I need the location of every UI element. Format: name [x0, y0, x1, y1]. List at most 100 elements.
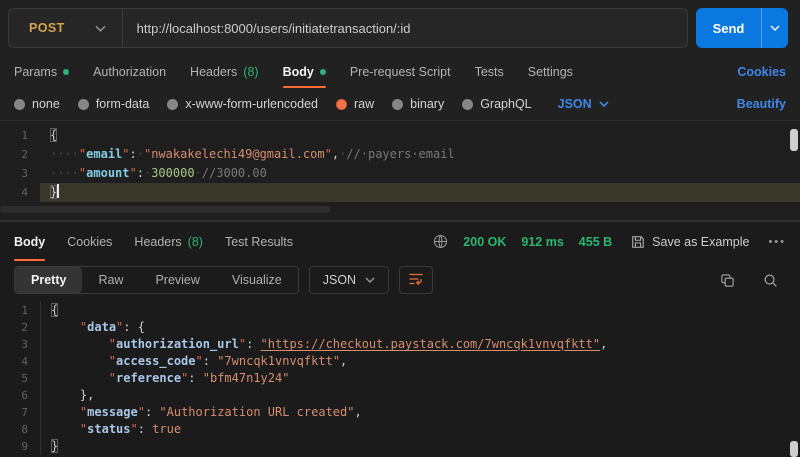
response-vertical-scrollbar[interactable]	[790, 441, 798, 457]
code-line[interactable]: 2 ····"email":·"nwakakelechi49@gmail.com"…	[0, 145, 800, 164]
request-tab-authorization[interactable]: Authorization	[93, 56, 166, 88]
code-line[interactable]: 3 "authorization_url": "https://checkout…	[0, 336, 800, 353]
code-token: ····	[50, 147, 79, 161]
code-line[interactable]: 4 "access_code": "7wncqk1vnvqfktt",	[0, 353, 800, 370]
radio-label: raw	[354, 97, 375, 111]
chevron-down-icon	[599, 101, 609, 107]
response-language-selector[interactable]: JSON	[308, 266, 390, 294]
line-number: 7	[21, 406, 28, 419]
request-tab-body[interactable]: Body	[282, 56, 327, 88]
search-icon[interactable]	[763, 273, 778, 288]
wrap-lines-button[interactable]	[399, 266, 434, 294]
response-time-badge[interactable]: 912 ms	[521, 235, 563, 249]
view-visualize[interactable]: Visualize	[216, 267, 298, 293]
response-tab-test-results[interactable]: Test Results	[225, 222, 293, 261]
line-number: 9	[21, 440, 28, 453]
response-toolbar: Pretty Raw Preview Visualize JSON	[0, 261, 800, 299]
code-token: "7wncqk1vnvqfktt"	[217, 354, 341, 368]
line-number: 8	[21, 423, 28, 436]
body-type-graphql[interactable]: GraphQL	[462, 97, 532, 111]
view-raw[interactable]: Raw	[82, 267, 139, 293]
code-line[interactable]: 1{	[0, 302, 800, 319]
request-tab-pre-request-script[interactable]: Pre-request Script	[350, 56, 451, 88]
tab-label: Authorization	[93, 65, 167, 79]
cookies-link[interactable]: Cookies	[737, 65, 786, 79]
more-options-icon[interactable]: •••	[768, 236, 786, 248]
tab-label: Body	[282, 65, 314, 79]
send-button[interactable]: Send	[696, 8, 788, 48]
code-token: ,	[354, 405, 362, 419]
editor-vertical-scrollbar[interactable]	[790, 129, 798, 151]
send-options-chevron-icon[interactable]	[761, 8, 788, 48]
code-line[interactable]: 9}	[0, 438, 800, 455]
wrap-text-icon	[408, 272, 424, 289]
code-text: "data": {	[40, 319, 800, 336]
response-body-viewer[interactable]: 1{2 "data": {3 "authorization_url": "htt…	[0, 299, 800, 457]
editor-horizontal-scrollbar[interactable]	[0, 202, 800, 221]
send-button-label: Send	[712, 20, 745, 36]
view-pretty[interactable]: Pretty	[15, 267, 83, 293]
code-token: }	[50, 185, 58, 199]
code-token: data	[87, 320, 117, 334]
line-number: 5	[21, 372, 28, 385]
code-line[interactable]: 2 "data": {	[0, 319, 800, 336]
tab-count: (8)	[187, 234, 203, 249]
code-token: :	[136, 166, 144, 180]
request-tab-tests[interactable]: Tests	[475, 56, 504, 88]
code-line[interactable]: 4}	[0, 183, 800, 202]
radio-icon	[392, 98, 404, 110]
radio-icon	[77, 98, 89, 110]
line-number: 3	[21, 167, 28, 180]
scrollbar-thumb[interactable]	[0, 206, 330, 213]
request-body-editor[interactable]: 1{2 ····"email":·"nwakakelechi49@gmail.co…	[0, 120, 800, 202]
response-tab-headers[interactable]: Headers (8)	[134, 222, 203, 261]
code-token: },	[79, 388, 95, 402]
body-type-binary[interactable]: binary	[392, 97, 444, 111]
copy-icon[interactable]	[720, 273, 735, 288]
code-token: :	[202, 354, 218, 368]
body-type-form-data[interactable]: form-data	[77, 97, 149, 111]
text-cursor	[57, 184, 60, 198]
code-line[interactable]: 8 "status": true	[0, 421, 800, 438]
status-code-badge[interactable]: 200 OK	[463, 235, 506, 249]
language-selector[interactable]: JSON	[558, 97, 609, 111]
request-tab-params[interactable]: Params	[14, 56, 70, 88]
body-type-none[interactable]: none	[14, 97, 60, 111]
response-tab-cookies[interactable]: Cookies	[67, 222, 112, 261]
code-line[interactable]: 6 },	[0, 387, 800, 404]
code-token: access_code	[116, 354, 196, 368]
body-type-raw[interactable]: raw	[336, 97, 374, 111]
tab-label: Body	[14, 234, 46, 249]
save-icon	[631, 235, 645, 249]
language-label: JSON	[557, 97, 592, 111]
response-size-badge[interactable]: 455 B	[579, 235, 612, 249]
url-input[interactable]	[122, 9, 687, 47]
code-line[interactable]: 7 "message": "Authorization URL created"…	[0, 404, 800, 421]
code-token: :	[246, 337, 261, 351]
code-token: "https://checkout.paystack.com/7wncqk1vn…	[260, 337, 601, 351]
response-language-label: JSON	[322, 273, 357, 287]
chevron-down-icon	[365, 277, 375, 283]
tab-label: Pre-request Script	[349, 65, 451, 79]
code-line[interactable]: 5 "reference": "bfm47n1y24"	[0, 370, 800, 387]
code-line[interactable]: 1{	[0, 126, 800, 145]
code-token: :	[129, 147, 137, 161]
save-as-example-button[interactable]: Save as Example	[631, 235, 749, 249]
body-type-x-www-form-urlencoded[interactable]: x-www-form-urlencoded	[167, 97, 318, 111]
code-token: "	[324, 147, 332, 161]
code-token: email	[86, 147, 123, 161]
response-view-switcher: Pretty Raw Preview Visualize	[14, 266, 299, 294]
view-preview[interactable]: Preview	[139, 267, 215, 293]
code-token: : {	[123, 320, 145, 334]
method-selector[interactable]: POST	[9, 9, 122, 47]
beautify-link[interactable]: Beautify	[737, 97, 786, 111]
code-line[interactable]: 3 ····"amount":·300000·//3000.00	[0, 164, 800, 183]
request-tab-settings[interactable]: Settings	[528, 56, 573, 88]
globe-icon[interactable]	[433, 234, 448, 249]
code-text: "message": "Authorization URL created",	[40, 404, 800, 421]
response-tab-body[interactable]: Body	[14, 222, 46, 261]
code-text: }	[40, 183, 800, 202]
request-tab-headers[interactable]: Headers (8)	[190, 56, 259, 88]
